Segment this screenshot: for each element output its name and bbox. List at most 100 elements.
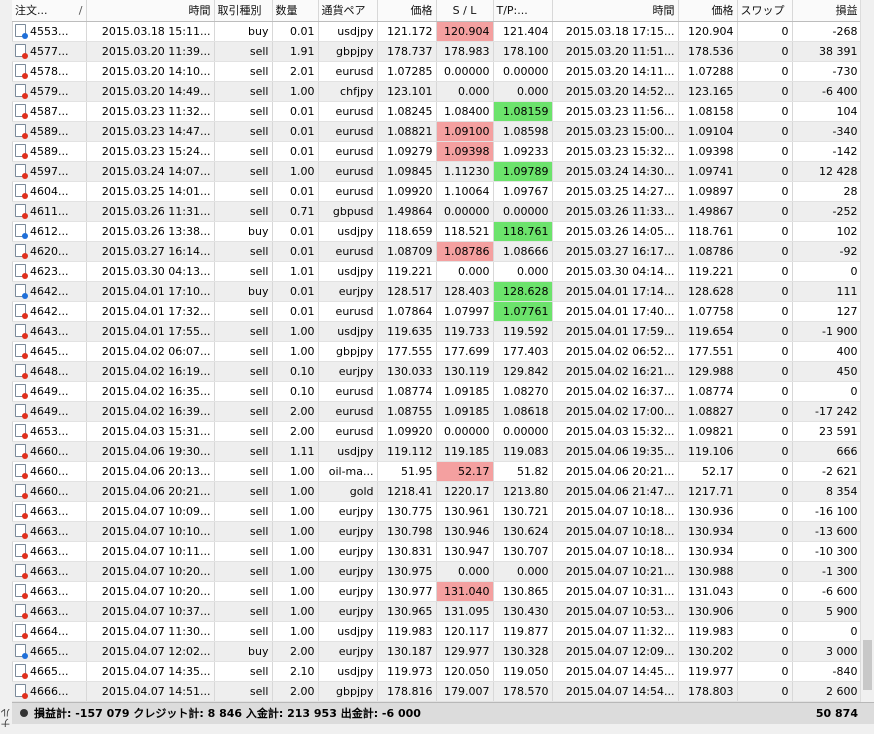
col-header-profit[interactable]: 損益	[792, 0, 862, 22]
table-row[interactable]: 4660... 2015.04.06 19:30... sell 1.11 usdjpy…	[12, 441, 862, 462]
table-body: 4553... 2015.03.18 15:11... buy 0.01 usdjpy 1…	[12, 21, 862, 702]
cell-swap: 0	[737, 221, 793, 242]
cell-profit: -2 621	[792, 461, 862, 482]
table-row[interactable]: 4663... 2015.04.07 10:11... sell 1.00 eurjpy…	[12, 541, 862, 562]
col-header-sl[interactable]: S / L	[436, 0, 494, 22]
cell-profit: -252	[792, 201, 862, 222]
cell-type: sell	[214, 321, 273, 342]
table-row[interactable]: 4649... 2015.04.02 16:35... sell 0.10 eurusd…	[12, 381, 862, 402]
cell-tp: 129.842	[493, 361, 553, 382]
table-row[interactable]: 4663... 2015.04.07 10:09... sell 1.00 eurjpy…	[12, 501, 862, 522]
table-row[interactable]: 4611... 2015.03.26 11:31... sell 0.71 gbpusd…	[12, 201, 862, 222]
table-row[interactable]: 4642... 2015.04.01 17:10... buy 0.01 eurjpy 1…	[12, 281, 862, 302]
table-row[interactable]: 4663... 2015.04.07 10:10... sell 1.00 eurjpy…	[12, 521, 862, 542]
cell-swap: 0	[737, 381, 793, 402]
cell-open-price: 1.08245	[377, 101, 437, 122]
cell-close-time: 2015.03.18 17:15...	[552, 21, 679, 42]
table-row[interactable]: 4589... 2015.03.23 15:24... sell 0.01 eurusd…	[12, 141, 862, 162]
cell-size: 1.00	[272, 601, 319, 622]
table-row[interactable]: 4663... 2015.04.07 10:37... sell 1.00 eurjpy…	[12, 601, 862, 622]
sell-order-icon	[15, 384, 28, 399]
table-row[interactable]: 4660... 2015.04.06 20:13... sell 1.00 oil-ma…	[12, 461, 862, 482]
cell-sl: 1.09185	[436, 401, 494, 422]
cell-sl: 1.09185	[436, 381, 494, 402]
col-header-open-price[interactable]: 価格	[377, 0, 437, 22]
table-row[interactable]: 4553... 2015.03.18 15:11... buy 0.01 usdjpy 1…	[12, 21, 862, 42]
cell-close-time: 2015.04.07 12:09...	[552, 641, 679, 662]
table-row[interactable]: 4578... 2015.03.20 14:10... sell 2.01 eurusd…	[12, 61, 862, 82]
scrollbar-thumb[interactable]	[863, 640, 872, 690]
table-row[interactable]: 4663... 2015.04.07 10:20... sell 1.00 eurjpy…	[12, 581, 862, 602]
summary-bar: 損益計: -157 079 クレジット計: 8 846 入金計: 213 953…	[12, 702, 874, 725]
cell-close-time: 2015.03.20 14:52...	[552, 81, 679, 102]
col-header-swap[interactable]: スワップ	[737, 0, 793, 22]
table-row[interactable]: 4587... 2015.03.23 11:32... sell 0.01 eurusd…	[12, 101, 862, 122]
col-header-order[interactable]: 注文... /	[12, 0, 87, 22]
cell-close-price: 1.09398	[678, 141, 738, 162]
table-row[interactable]: 4660... 2015.04.06 20:21... sell 1.00 gold 12…	[12, 481, 862, 502]
cell-close-time: 2015.04.06 20:21...	[552, 461, 679, 482]
cell-symbol: chfjpy	[318, 81, 378, 102]
table-row[interactable]: 4653... 2015.04.03 15:31... sell 2.00 eurusd…	[12, 421, 862, 442]
cell-size: 1.91	[272, 41, 319, 62]
cell-open-time: 2015.04.07 12:02...	[86, 641, 215, 662]
cell-order: 4665...	[12, 661, 87, 682]
table-row[interactable]: 4645... 2015.04.02 06:07... sell 1.00 gbpjpy…	[12, 341, 862, 362]
cell-open-price: 1.08821	[377, 121, 437, 142]
table-row[interactable]: 4604... 2015.03.25 14:01... sell 0.01 eurusd…	[12, 181, 862, 202]
table-row[interactable]: 4665... 2015.04.07 12:02... buy 2.00 eurjpy 1…	[12, 641, 862, 662]
cell-open-time: 2015.04.06 19:30...	[86, 441, 215, 462]
col-header-symbol[interactable]: 通貨ペア	[318, 0, 378, 22]
cell-order: 4649...	[12, 401, 87, 422]
cell-close-price: 1217.71	[678, 481, 738, 502]
cell-open-time: 2015.04.02 16:35...	[86, 381, 215, 402]
sell-order-icon	[15, 364, 28, 379]
table-row[interactable]: 4649... 2015.04.02 16:39... sell 2.00 eurusd…	[12, 401, 862, 422]
col-header-size[interactable]: 数量	[272, 0, 319, 22]
table-row[interactable]: 4665... 2015.04.07 14:35... sell 2.10 usdjpy…	[12, 661, 862, 682]
table-row[interactable]: 4643... 2015.04.01 17:55... sell 1.00 usdjpy…	[12, 321, 862, 342]
cell-open-time: 2015.03.23 14:47...	[86, 121, 215, 142]
cell-open-price: 1.49864	[377, 201, 437, 222]
cell-symbol: eurjpy	[318, 541, 378, 562]
table-row[interactable]: 4589... 2015.03.23 14:47... sell 0.01 eurusd…	[12, 121, 862, 142]
col-header-close-time[interactable]: 時間	[552, 0, 679, 22]
cell-symbol: eurusd	[318, 241, 378, 262]
cell-swap: 0	[737, 641, 793, 662]
cell-swap: 0	[737, 321, 793, 342]
sell-order-icon	[15, 184, 28, 199]
buy-order-icon	[15, 224, 28, 239]
table-row[interactable]: 4666... 2015.04.07 14:51... sell 2.00 gbpjpy…	[12, 681, 862, 702]
table-row[interactable]: 4663... 2015.04.07 10:20... sell 1.00 eurjpy…	[12, 561, 862, 582]
cell-symbol: gbpjpy	[318, 341, 378, 362]
order-id: 4666...	[30, 685, 69, 698]
cell-open-price: 130.975	[377, 561, 437, 582]
vertical-scrollbar[interactable]	[860, 0, 874, 702]
table-row[interactable]: 4664... 2015.04.07 11:30... sell 1.00 usdjpy…	[12, 621, 862, 642]
col-header-tp[interactable]: T/P:...	[493, 0, 553, 22]
cell-close-price: 120.904	[678, 21, 738, 42]
col-header-type[interactable]: 取引種別	[214, 0, 273, 22]
cell-symbol: usdjpy	[318, 21, 378, 42]
table-row[interactable]: 4623... 2015.03.30 04:13... sell 1.01 usdjpy…	[12, 261, 862, 282]
cell-type: sell	[214, 461, 273, 482]
col-header-open-time[interactable]: 時間	[86, 0, 215, 22]
cell-swap: 0	[737, 401, 793, 422]
table-row[interactable]: 4597... 2015.03.24 14:07... sell 1.00 eurusd…	[12, 161, 862, 182]
table-row[interactable]: 4620... 2015.03.27 16:14... sell 0.01 eurusd…	[12, 241, 862, 262]
table-row[interactable]: 4612... 2015.03.26 13:38... buy 0.01 usdjpy 1…	[12, 221, 862, 242]
order-id: 4649...	[30, 385, 69, 398]
table-row[interactable]: 4577... 2015.03.20 11:39... sell 1.91 gbpjpy…	[12, 41, 862, 62]
cell-sl: 130.119	[436, 361, 494, 382]
col-header-close-price[interactable]: 価格	[678, 0, 738, 22]
cell-profit: -142	[792, 141, 862, 162]
table-row[interactable]: 4642... 2015.04.01 17:32... sell 0.01 eurusd…	[12, 301, 862, 322]
table-row[interactable]: 4579... 2015.03.20 14:49... sell 1.00 chfjpy…	[12, 81, 862, 102]
cell-open-time: 2015.03.26 13:38...	[86, 221, 215, 242]
cell-profit: 5 900	[792, 601, 862, 622]
cell-order: 4579...	[12, 81, 87, 102]
order-id: 4663...	[30, 545, 69, 558]
table-row[interactable]: 4648... 2015.04.02 16:19... sell 0.10 eurjpy…	[12, 361, 862, 382]
cell-tp: 1.08159	[493, 101, 553, 122]
cell-type: buy	[214, 221, 273, 242]
